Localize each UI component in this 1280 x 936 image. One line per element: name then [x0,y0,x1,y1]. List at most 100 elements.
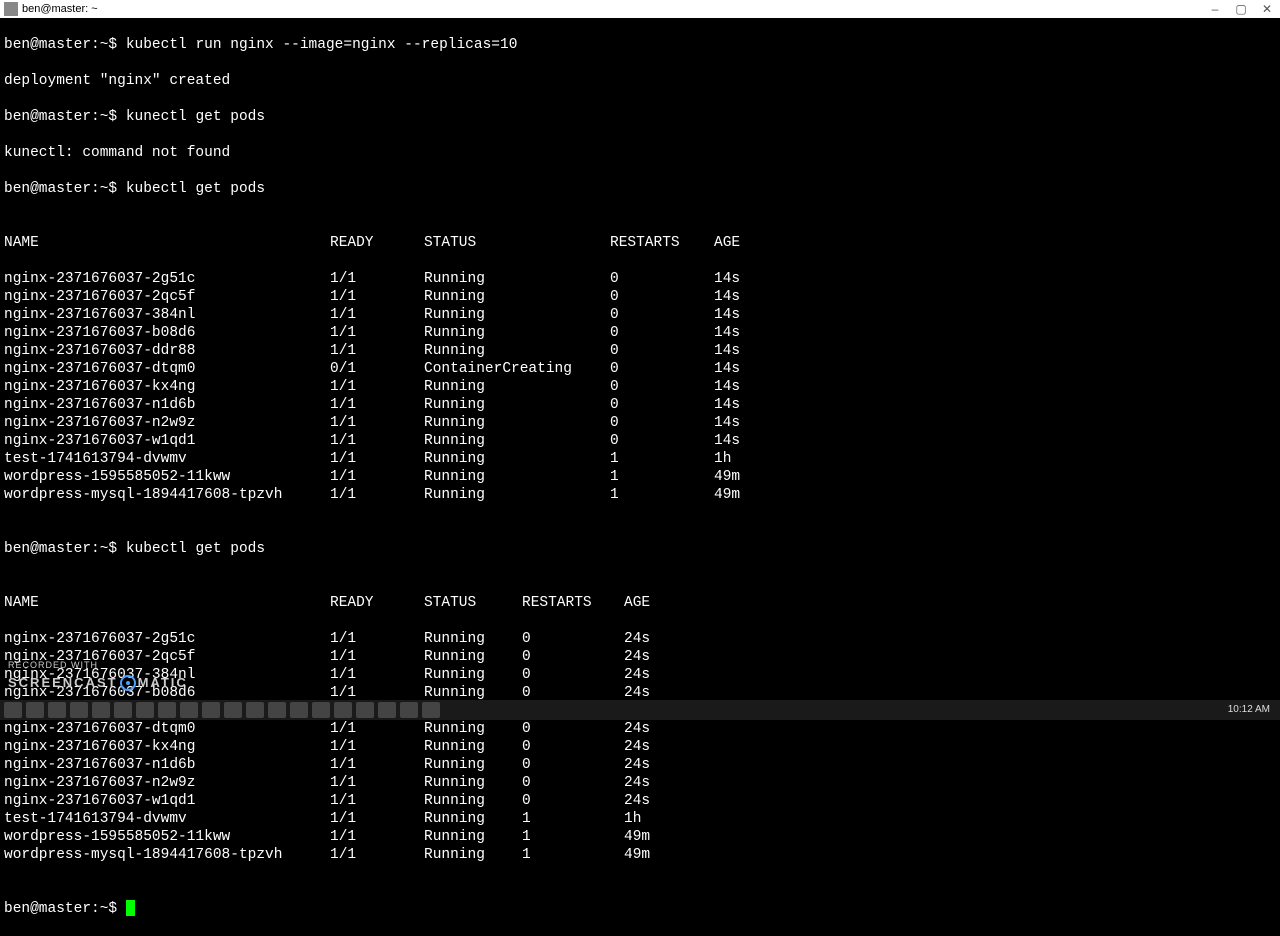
cell-ready: 1/1 [330,738,424,756]
col-name: NAME [4,594,330,612]
cell-status: Running [424,450,610,468]
cell-status: Running [424,828,522,846]
cell-status: Running [424,774,522,792]
col-age: AGE [624,594,704,612]
cell-ready: 1/1 [330,270,424,288]
taskbar-item[interactable] [180,702,198,718]
cell-name: wordpress-mysql-1894417608-tpzvh [4,846,330,864]
table-row: nginx-2371676037-dtqm00/1ContainerCreati… [4,360,1276,378]
cell-name: wordpress-1595585052-11kww [4,828,330,846]
cell-age: 14s [714,396,794,414]
table-row: wordpress-1595585052-11kww1/1Running149m [4,468,1276,486]
taskbar-item[interactable] [312,702,330,718]
taskbar-item[interactable] [356,702,374,718]
cell-status: Running [424,486,610,504]
table-row: nginx-2371676037-kx4ng1/1Running024s [4,738,1276,756]
table-row: nginx-2371676037-2g51c1/1Running014s [4,270,1276,288]
taskbar-item[interactable] [202,702,220,718]
cell-age: 14s [714,378,794,396]
cell-restarts: 0 [610,306,714,324]
table-row: nginx-2371676037-2g51c1/1Running024s [4,630,1276,648]
cell-age: 14s [714,270,794,288]
cell-name: nginx-2371676037-dtqm0 [4,720,330,738]
taskbar-item[interactable] [422,702,440,718]
cell-age: 24s [624,720,704,738]
cell-restarts: 0 [610,288,714,306]
col-status: STATUS [424,234,610,252]
cell-age: 24s [624,666,704,684]
table-row: nginx-2371676037-kx4ng1/1Running014s [4,378,1276,396]
cell-restarts: 1 [610,450,714,468]
cell-ready: 1/1 [330,828,424,846]
cell-status: Running [424,792,522,810]
cell-name: nginx-2371676037-n1d6b [4,756,330,774]
taskbar-item[interactable] [48,702,66,718]
cell-ready: 1/1 [330,306,424,324]
cell-age: 14s [714,342,794,360]
cell-age: 14s [714,324,794,342]
close-button[interactable]: ✕ [1254,0,1280,18]
cell-ready: 1/1 [330,414,424,432]
output-text: kunectl: command not found [4,144,230,162]
cell-name: nginx-2371676037-kx4ng [4,378,330,396]
taskbar-item[interactable] [4,702,22,718]
taskbar-item[interactable] [268,702,286,718]
cell-restarts: 1 [522,810,624,828]
watermark-logo-icon [120,675,136,691]
window-title: ben@master: ~ [22,0,98,18]
minimize-button[interactable]: – [1202,0,1228,18]
table-row: test-1741613794-dvwmv1/1Running11h [4,810,1276,828]
taskbar[interactable]: 10:12 AM [0,700,1280,720]
cell-status: Running [424,270,610,288]
recording-watermark: RECORDED WITH SCREENCAST MATIC [8,656,188,692]
cell-age: 24s [624,630,704,648]
cell-ready: 1/1 [330,846,424,864]
cell-status: Running [424,306,610,324]
table-row: wordpress-mysql-1894417608-tpzvh1/1Runni… [4,486,1276,504]
cell-restarts: 0 [610,360,714,378]
table-header: NAME READY STATUS RESTARTS AGE [4,234,1276,252]
prompt: ben@master:~$ [4,180,126,198]
cell-name: nginx-2371676037-n2w9z [4,414,330,432]
cell-status: Running [424,720,522,738]
col-restarts: RESTARTS [522,594,624,612]
cell-ready: 1/1 [330,486,424,504]
terminal-output[interactable]: ben@master:~$ kubectl run nginx --image=… [0,18,1280,936]
cell-ready: 1/1 [330,756,424,774]
col-status: STATUS [424,594,522,612]
cell-age: 14s [714,306,794,324]
taskbar-item[interactable] [224,702,242,718]
cell-ready: 1/1 [330,342,424,360]
taskbar-clock[interactable]: 10:12 AM [1228,701,1276,719]
cell-name: nginx-2371676037-384nl [4,306,330,324]
taskbar-item[interactable] [400,702,418,718]
taskbar-item[interactable] [246,702,264,718]
cell-status: Running [424,468,610,486]
taskbar-item[interactable] [290,702,308,718]
taskbar-item[interactable] [70,702,88,718]
table-row: nginx-2371676037-ddr881/1Running014s [4,342,1276,360]
taskbar-item[interactable] [92,702,110,718]
taskbar-item[interactable] [114,702,132,718]
taskbar-item[interactable] [158,702,176,718]
cell-name: nginx-2371676037-kx4ng [4,738,330,756]
cell-ready: 1/1 [330,468,424,486]
taskbar-item[interactable] [378,702,396,718]
maximize-button[interactable]: ▢ [1228,0,1254,18]
table-row: nginx-2371676037-n2w9z1/1Running014s [4,414,1276,432]
taskbar-item[interactable] [334,702,352,718]
cell-restarts: 0 [522,666,624,684]
cell-restarts: 0 [522,792,624,810]
cell-ready: 1/1 [330,396,424,414]
command-text: kubectl get pods [126,540,265,558]
cell-name: nginx-2371676037-n1d6b [4,396,330,414]
cell-age: 49m [714,468,794,486]
prompt: ben@master:~$ [4,900,126,918]
cell-age: 14s [714,414,794,432]
cell-ready: 1/1 [330,450,424,468]
table-row: wordpress-1595585052-11kww1/1Running149m [4,828,1276,846]
cell-restarts: 1 [522,828,624,846]
taskbar-item[interactable] [136,702,154,718]
taskbar-item[interactable] [26,702,44,718]
cell-status: Running [424,342,610,360]
